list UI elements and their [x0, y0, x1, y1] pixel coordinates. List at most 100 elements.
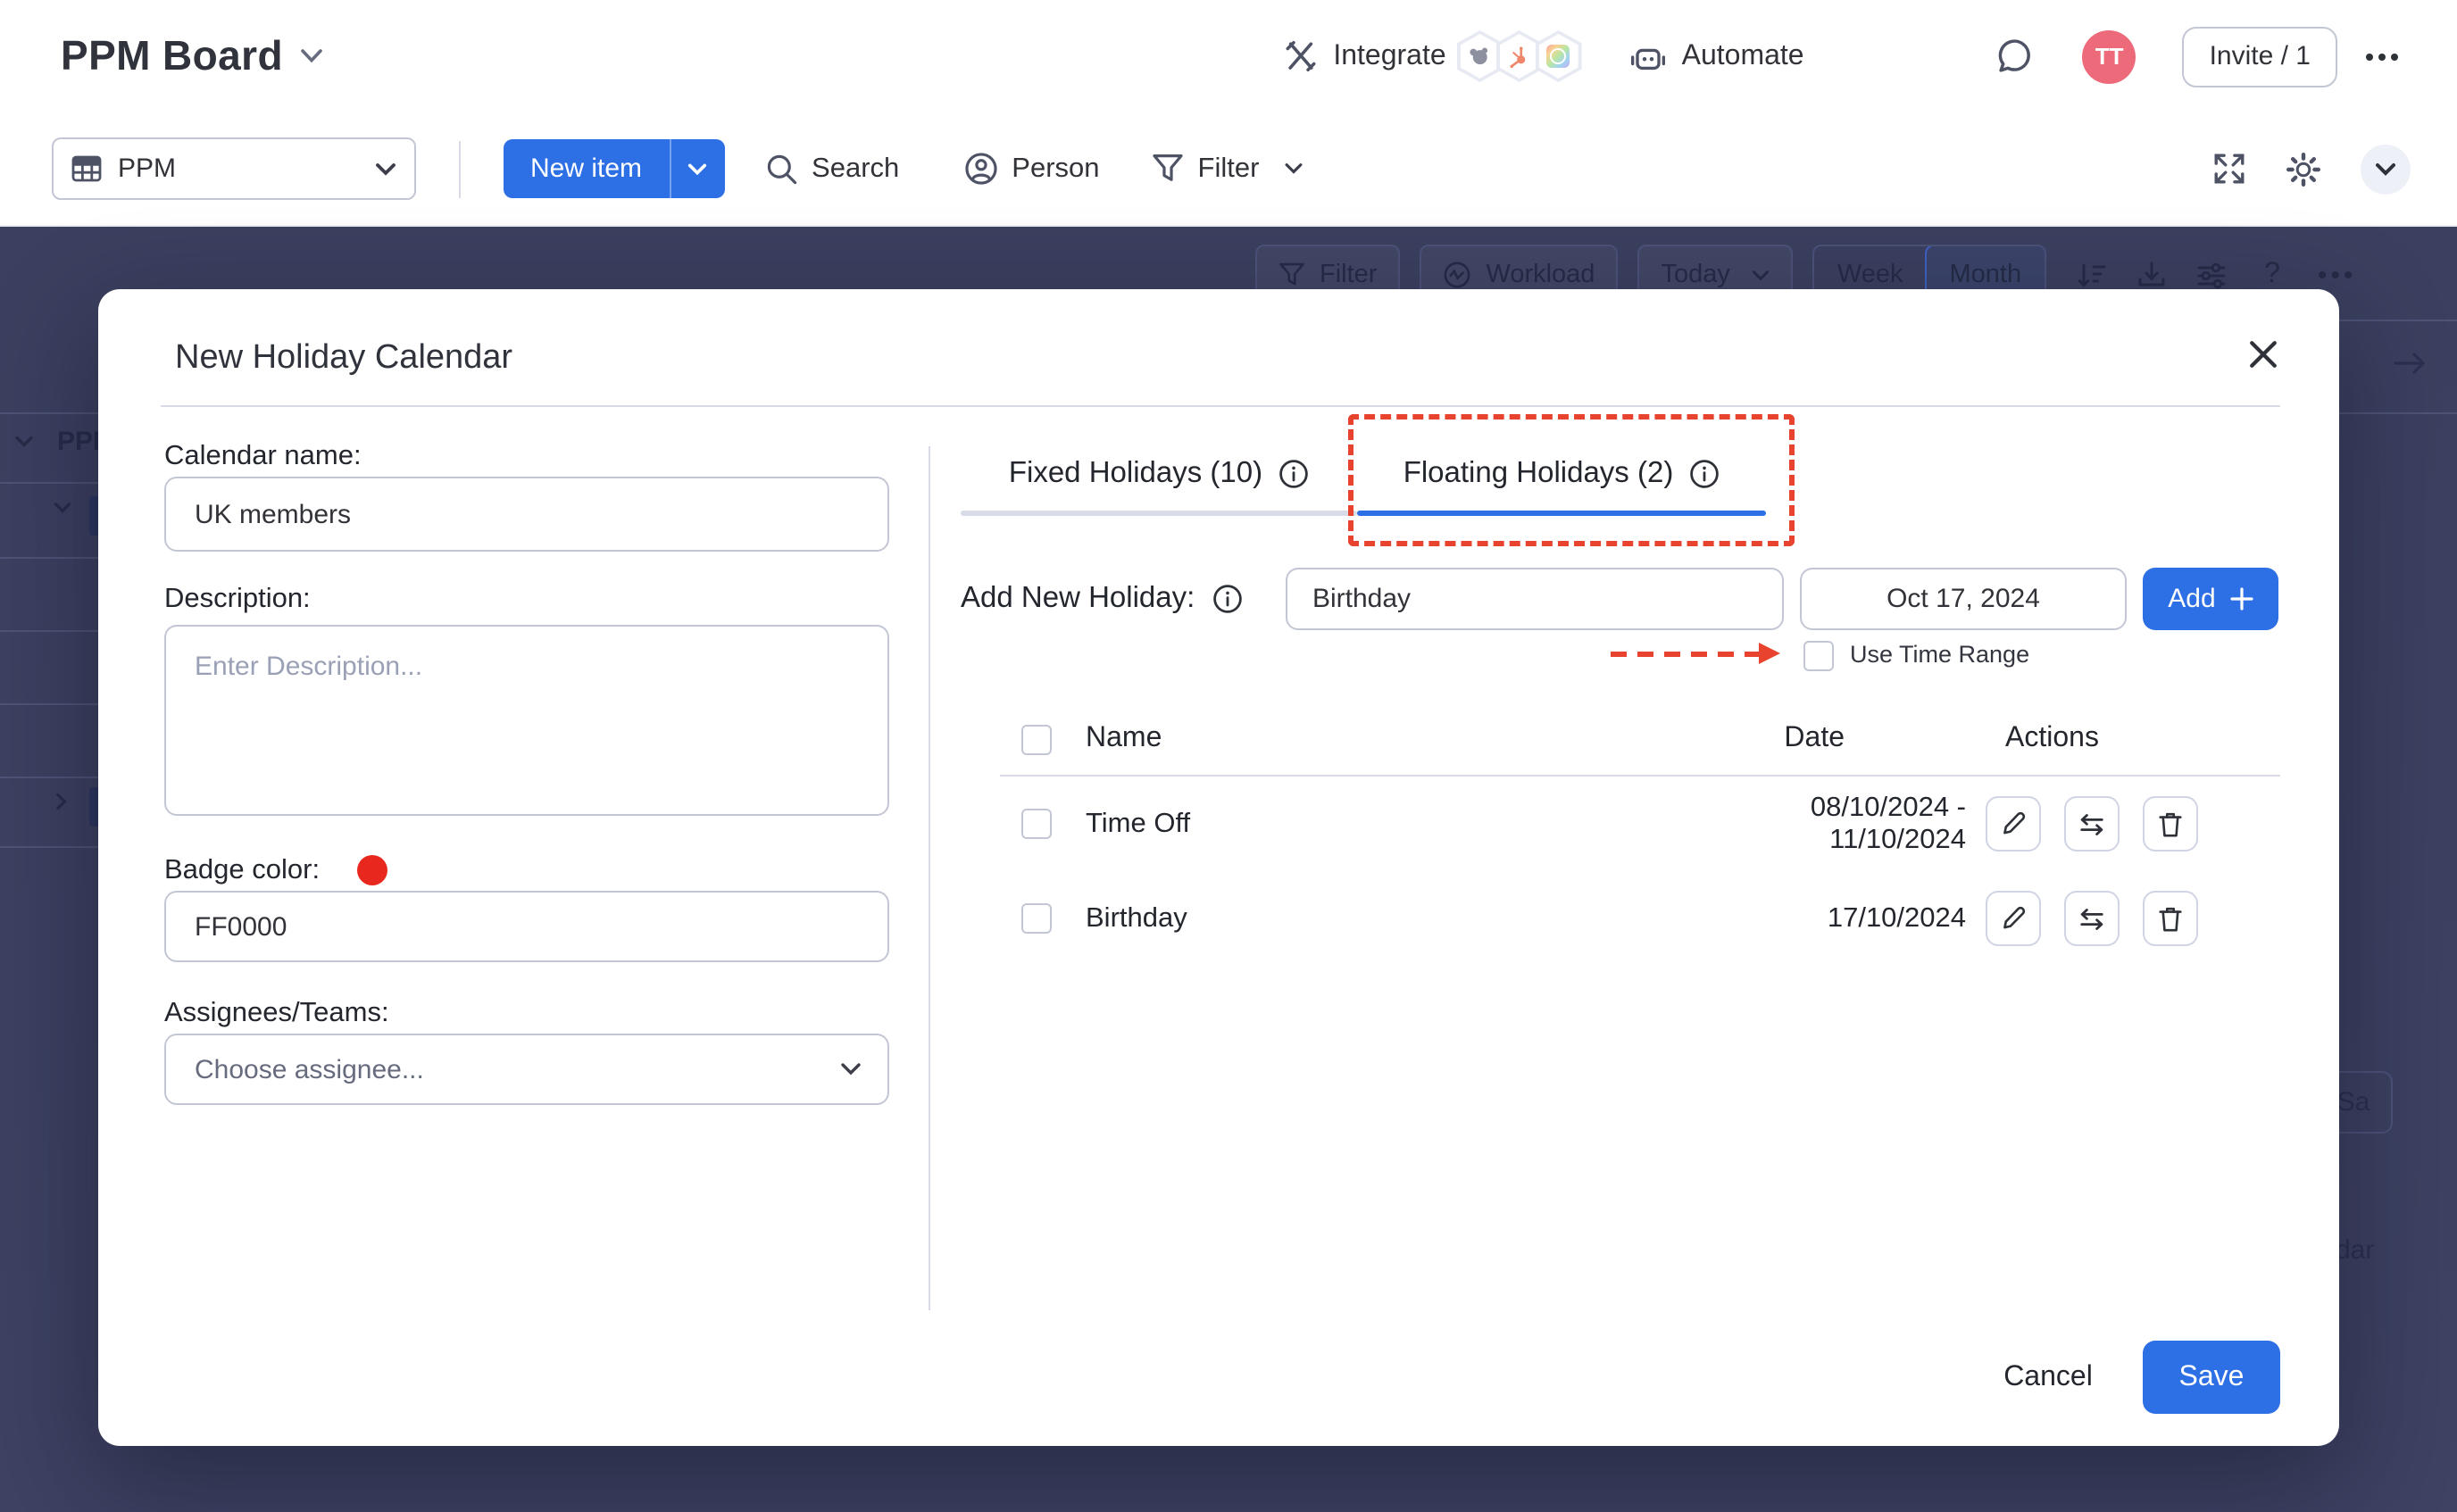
filter-icon — [1152, 154, 1184, 184]
edit-button[interactable] — [1986, 891, 2041, 946]
integrate-icon — [1283, 39, 1317, 73]
search-label: Search — [812, 153, 899, 185]
integrate-button[interactable]: Integrate — [1283, 39, 1445, 73]
delete-button[interactable] — [2143, 796, 2198, 852]
move-swap-button[interactable] — [2064, 891, 2120, 946]
collapse-header-button[interactable] — [2361, 144, 2411, 194]
chat-icon[interactable] — [1997, 37, 2035, 75]
calendar-name-input[interactable] — [164, 477, 889, 552]
bg-more-icon: ••• — [2318, 260, 2357, 290]
view-chevron-icon — [375, 162, 396, 176]
trash-icon — [2157, 810, 2184, 838]
board-title-chevron-icon[interactable] — [301, 48, 324, 64]
header-actions: Integrate Automate — [1283, 26, 2398, 87]
bg-help-button: ? — [2264, 259, 2280, 291]
description-textarea[interactable] — [164, 625, 889, 816]
new-item-split-button: New item — [504, 139, 724, 198]
person-filter-button[interactable]: Person — [963, 152, 1099, 186]
new-item-button[interactable]: New item — [504, 139, 669, 198]
cancel-button[interactable]: Cancel — [1989, 1341, 2107, 1414]
holiday-tabs: Fixed Holidays (10) Floating Holidays (2… — [961, 441, 1766, 519]
assignee-select[interactable]: Choose assignee... — [164, 1034, 889, 1105]
assignee-placeholder: Choose assignee... — [195, 1054, 424, 1084]
tab-fixed-holidays[interactable]: Fixed Holidays (10) — [961, 441, 1357, 505]
holiday-name: Birthday — [1086, 902, 1711, 935]
floating-holidays-info-icon[interactable] — [1689, 458, 1720, 488]
name-column-header: Name — [1086, 723, 1711, 755]
new-item-chevron[interactable] — [669, 139, 724, 198]
board-title[interactable]: PPM Board — [61, 32, 283, 80]
swap-arrows-icon — [2078, 906, 2105, 931]
actions-column-header: Actions — [1986, 723, 2202, 755]
fixed-holidays-info-icon[interactable] — [1278, 458, 1309, 488]
select-all-checkbox[interactable] — [1021, 724, 1052, 754]
bg-partial-calendar-text: dar — [2336, 1235, 2374, 1266]
table-row: Birthday 17/10/2024 — [1000, 871, 2280, 966]
user-avatar[interactable]: TT — [2083, 29, 2136, 83]
bg-sort-icon — [2077, 262, 2107, 288]
new-holiday-calendar-modal: New Holiday Calendar Calendar name: Desc… — [98, 289, 2339, 1446]
more-options-icon[interactable] — [2366, 53, 2398, 60]
filter-chevron-icon — [1284, 162, 1303, 175]
holiday-name-input[interactable] — [1286, 568, 1784, 630]
automate-label: Automate — [1682, 40, 1804, 72]
bg-item-fragment — [89, 496, 98, 536]
badge-color-input[interactable] — [164, 891, 889, 962]
modal-header-divider — [161, 405, 2280, 407]
robot-icon — [1630, 40, 1666, 72]
save-button[interactable]: Save — [2143, 1341, 2280, 1414]
row-checkbox[interactable] — [1021, 809, 1052, 839]
search-icon — [765, 153, 797, 185]
assignees-label: Assignees/Teams: — [164, 998, 389, 1030]
add-new-holiday-label: Add New Holiday: — [961, 582, 1243, 616]
close-icon[interactable] — [2248, 339, 2278, 370]
header-row: PPM Board Integrate — [0, 0, 2457, 112]
bg-group-chevron — [14, 436, 34, 448]
holiday-date: 17/10/2024 — [1711, 902, 1986, 935]
move-swap-button[interactable] — [2064, 796, 2120, 852]
integrate-label: Integrate — [1333, 40, 1445, 72]
automate-button[interactable]: Automate — [1630, 40, 1804, 72]
table-view-icon — [71, 155, 102, 182]
screen: PPM Board Integrate — [0, 0, 2457, 1512]
holidays-table: Name Date Actions Time Off 08/10/2024 - … — [1000, 703, 2280, 966]
delete-button[interactable] — [2143, 891, 2198, 946]
settings-gear-icon[interactable] — [2286, 151, 2321, 187]
edit-button[interactable] — [1986, 796, 2041, 852]
swap-arrows-icon — [2078, 811, 2105, 836]
add-holiday-info-icon[interactable] — [1212, 584, 1243, 614]
bg-row-chevron-icon — [54, 502, 71, 514]
view-name: PPM — [118, 154, 176, 184]
filter-label: Filter — [1198, 153, 1260, 185]
holiday-name: Time Off — [1086, 808, 1711, 840]
table-row: Time Off 08/10/2024 - 11/10/2024 — [1000, 777, 2280, 871]
use-time-range-label: Use Time Range — [1850, 641, 2029, 668]
bg-item-fragment — [89, 787, 98, 827]
board-toolbar: PPM New item Search Person — [0, 112, 2457, 227]
calendar-name-label: Calendar name: — [164, 441, 362, 473]
holiday-date-input[interactable] — [1800, 568, 2127, 630]
tab-floating-holidays[interactable]: Floating Holidays (2) — [1357, 441, 1766, 505]
inactive-tab-underline — [961, 511, 1357, 516]
badge-color-swatch[interactable] — [357, 855, 387, 885]
bg-workload-icon — [1443, 261, 1471, 289]
use-time-range-checkbox[interactable] — [1803, 641, 1834, 671]
pencil-icon — [2000, 810, 2027, 837]
modal-title: New Holiday Calendar — [175, 339, 512, 378]
fullscreen-icon[interactable] — [2212, 152, 2246, 186]
adobe-cc-badge-icon[interactable] — [1536, 30, 1582, 82]
description-label: Description: — [164, 584, 311, 616]
assignee-chevron-icon — [839, 1062, 862, 1076]
person-icon — [963, 152, 997, 186]
trash-icon — [2157, 904, 2184, 933]
invite-button[interactable]: Invite / 1 — [2183, 26, 2337, 87]
add-holiday-button[interactable]: Add — [2143, 568, 2278, 630]
tutorial-arrow — [1611, 652, 1759, 657]
table-header-row: Name Date Actions — [1000, 703, 2280, 775]
row-checkbox[interactable] — [1021, 903, 1052, 934]
search-button[interactable]: Search — [765, 153, 899, 185]
view-selector[interactable]: PPM — [52, 137, 416, 200]
bg-row-collapsed-chevron-icon — [55, 793, 68, 810]
filter-button[interactable]: Filter — [1152, 153, 1304, 185]
integration-badges — [1457, 30, 1582, 82]
